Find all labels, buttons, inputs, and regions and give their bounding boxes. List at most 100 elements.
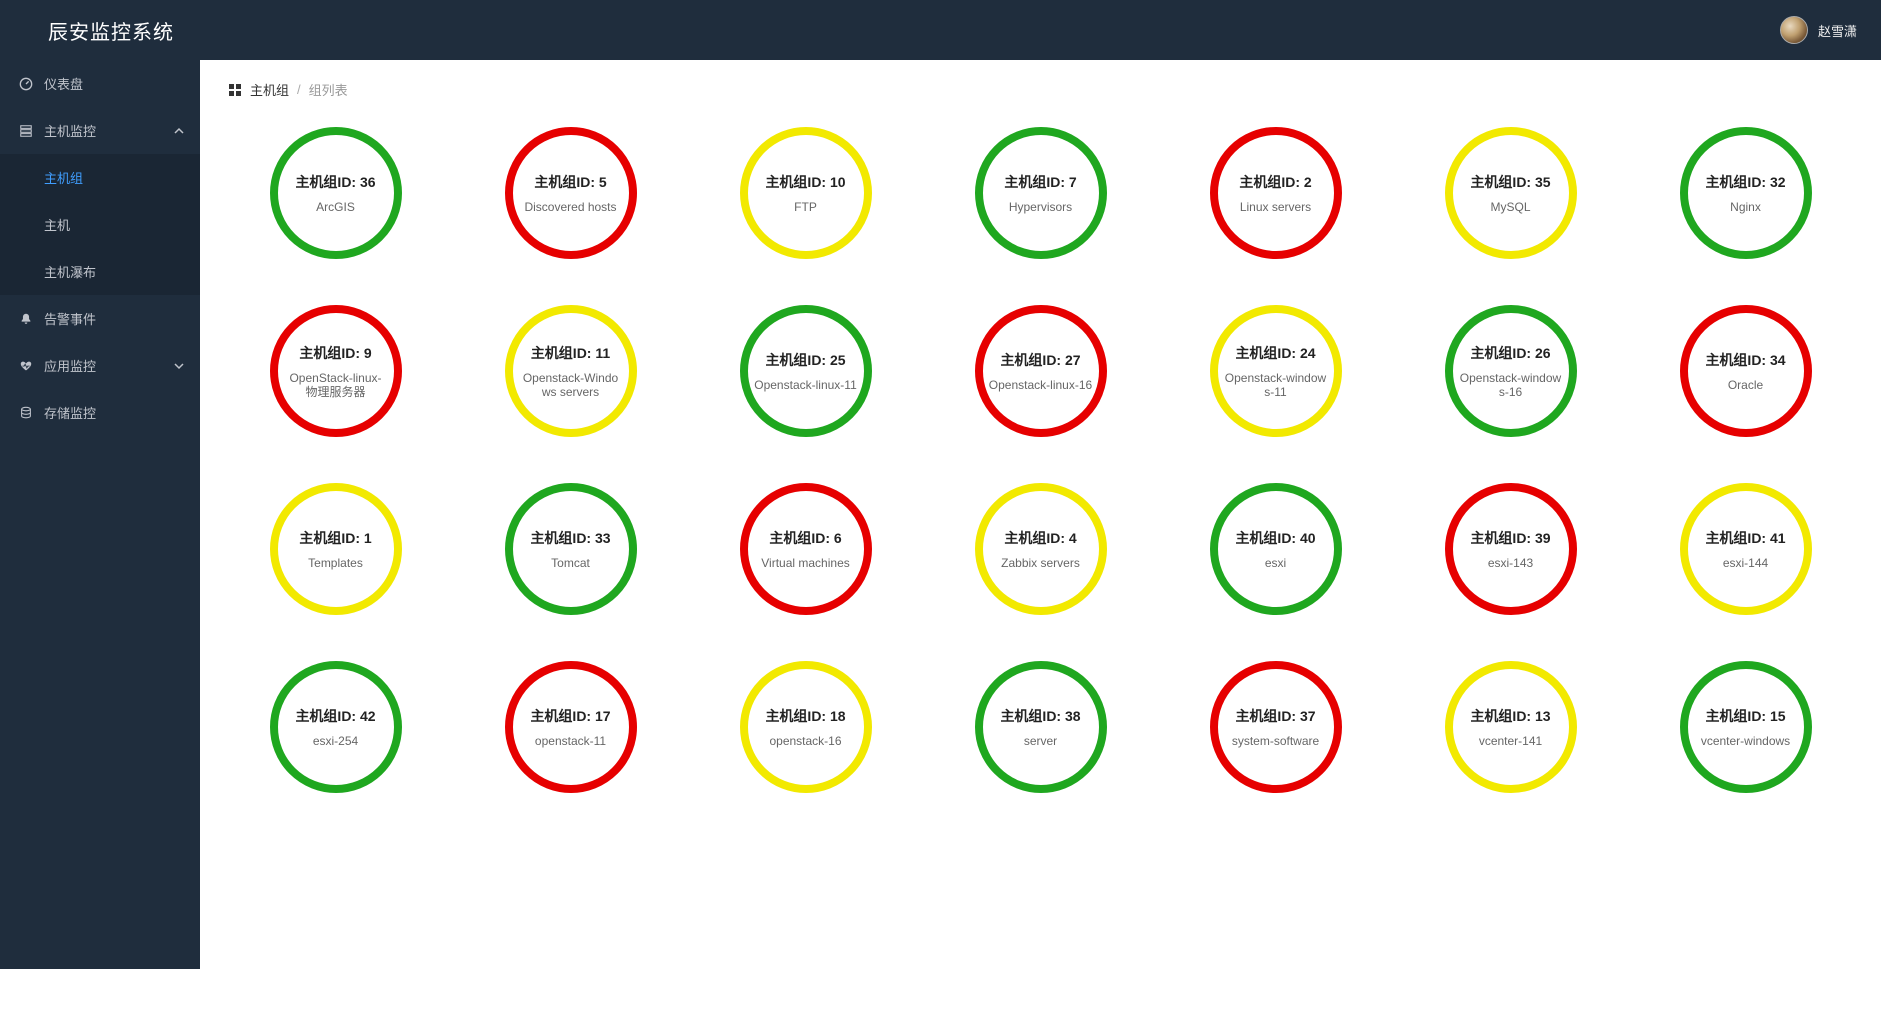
host-group-name-label: Openstack-linux-11 (754, 378, 857, 392)
host-group-card[interactable]: 主机组ID: 2 Linux servers (1210, 127, 1342, 259)
host-group-card[interactable]: 主机组ID: 7Hypervisors (975, 127, 1107, 259)
host-group-name-label: Openstack-Windows servers (519, 371, 623, 400)
sidebar-subitem-host-waterfall[interactable]: 主机瀑布 (0, 248, 200, 295)
host-group-name-label: OpenStack-linux-物理服务器 (284, 371, 388, 400)
host-group-name-label: esxi (1265, 556, 1286, 570)
host-group-card[interactable]: 主机组ID: 10FTP (740, 127, 872, 259)
host-group-id-label: 主机组ID: 13 (1470, 706, 1550, 726)
host-group-id-label: 主机组ID: 34 (1705, 350, 1785, 370)
bell-icon (18, 311, 34, 327)
user-menu[interactable]: 赵雪潇 (1780, 16, 1857, 44)
sidebar-item-label: 应用监控 (44, 356, 96, 375)
host-group-card[interactable]: 主机组ID: 4Zabbix servers (975, 483, 1107, 615)
server-icon (18, 123, 34, 139)
host-group-card[interactable]: 主机组ID: 35MySQL (1445, 127, 1577, 259)
host-group-card[interactable]: 主机组ID: 36ArcGIS (270, 127, 402, 259)
host-group-card[interactable]: 主机组ID: 37system-software (1210, 661, 1342, 793)
host-group-name-label: openstack-11 (535, 734, 606, 748)
host-group-card[interactable]: 主机组ID: 40 esxi (1210, 483, 1342, 615)
host-group-card[interactable]: 主机组ID: 9 OpenStack-linux-物理服务器 (270, 305, 402, 437)
avatar (1780, 16, 1808, 44)
host-group-id-label: 主机组ID: 39 (1470, 528, 1550, 548)
sidebar-item-label: 告警事件 (44, 309, 96, 328)
host-group-name-label: esxi-144 (1723, 556, 1768, 570)
host-group-card[interactable]: 主机组ID: 25Openstack-linux-11 (740, 305, 872, 437)
host-group-card[interactable]: 主机组ID: 32Nginx (1680, 127, 1812, 259)
host-group-card[interactable]: 主机组ID: 5Discovered hosts (505, 127, 637, 259)
host-group-card[interactable]: 主机组ID: 39 esxi-143 (1445, 483, 1577, 615)
host-group-name-label: Openstack-linux-16 (989, 378, 1092, 392)
sidebar-item-label: 存储监控 (44, 403, 96, 422)
dashboard-icon (18, 76, 34, 92)
sidebar: 仪表盘 主机监控 主机组 主机 (0, 60, 200, 969)
host-group-card[interactable]: 主机组ID: 26 Openstack-windows-16 (1445, 305, 1577, 437)
host-group-id-label: 主机组ID: 5 (534, 172, 606, 192)
host-group-card[interactable]: 主机组ID: 11 Openstack-Windows servers (505, 305, 637, 437)
host-group-id-label: 主机组ID: 6 (769, 528, 841, 548)
host-group-name-label: Nginx (1730, 200, 1761, 214)
host-group-name-label: Zabbix servers (1001, 556, 1080, 570)
host-group-id-label: 主机组ID: 27 (1000, 350, 1080, 370)
host-group-name-label: Oracle (1728, 378, 1763, 392)
host-group-card[interactable]: 主机组ID: 27 Openstack-linux-16 (975, 305, 1107, 437)
host-group-card[interactable]: 主机组ID: 41 esxi-144 (1680, 483, 1812, 615)
sidebar-item-dashboard[interactable]: 仪表盘 (0, 60, 200, 107)
sidebar-item-label: 仪表盘 (44, 74, 83, 93)
top-navbar: 辰安监控系统 赵雪潇 (0, 0, 1881, 60)
host-group-name-label: Virtual machines (761, 556, 850, 570)
host-group-name-label: Openstack-windows-16 (1459, 371, 1563, 400)
main-content: 主机组 / 组列表 主机组ID: 36ArcGIS 主机组ID: 5Discove… (200, 60, 1881, 969)
host-group-card[interactable]: 主机组ID: 24Openstack-windows-11 (1210, 305, 1342, 437)
host-group-id-label: 主机组ID: 35 (1470, 172, 1550, 192)
sidebar-item-app-monitor[interactable]: 应用监控 (0, 342, 200, 389)
host-group-id-label: 主机组ID: 41 (1705, 528, 1785, 548)
host-group-name-label: esxi-143 (1488, 556, 1533, 570)
host-group-name-label: Openstack-windows-11 (1224, 371, 1328, 400)
host-group-id-label: 主机组ID: 2 (1239, 172, 1311, 192)
host-group-card[interactable]: 主机组ID: 6 Virtual machines (740, 483, 872, 615)
host-group-name-label: Tomcat (551, 556, 590, 570)
breadcrumb-root[interactable]: 主机组 (250, 80, 289, 99)
database-icon (18, 405, 34, 421)
host-group-card[interactable]: 主机组ID: 17 openstack-11 (505, 661, 637, 793)
host-group-card[interactable]: 主机组ID: 1Templates (270, 483, 402, 615)
host-group-card[interactable]: 主机组ID: 18 openstack-16 (740, 661, 872, 793)
host-group-id-label: 主机组ID: 26 (1470, 343, 1550, 363)
sidebar-item-label: 主机监控 (44, 121, 96, 140)
breadcrumb-current: 组列表 (309, 80, 348, 99)
host-group-card[interactable]: 主机组ID: 42 esxi-254 (270, 661, 402, 793)
host-group-card[interactable]: 主机组ID: 13vcenter-141 (1445, 661, 1577, 793)
chevron-up-icon (174, 126, 184, 136)
host-group-id-label: 主机组ID: 17 (530, 706, 610, 726)
host-group-card[interactable]: 主机组ID: 33 Tomcat (505, 483, 637, 615)
host-group-id-label: 主机组ID: 36 (295, 172, 375, 192)
sidebar-subitem-host-group[interactable]: 主机组 (0, 154, 200, 201)
breadcrumb: 主机组 / 组列表 (228, 80, 1853, 99)
host-group-card[interactable]: 主机组ID: 38server (975, 661, 1107, 793)
host-group-id-label: 主机组ID: 38 (1000, 706, 1080, 726)
host-group-name-label: vcenter-windows (1701, 734, 1790, 748)
host-group-id-label: 主机组ID: 37 (1235, 706, 1315, 726)
sidebar-item-storage-monitor[interactable]: 存储监控 (0, 389, 200, 436)
host-group-id-label: 主机组ID: 7 (1004, 172, 1076, 192)
host-group-id-label: 主机组ID: 9 (299, 343, 371, 363)
host-group-id-label: 主机组ID: 42 (295, 706, 375, 726)
host-group-id-label: 主机组ID: 11 (531, 343, 610, 363)
host-group-id-label: 主机组ID: 33 (530, 528, 610, 548)
host-group-id-label: 主机组ID: 40 (1235, 528, 1315, 548)
host-group-grid: 主机组ID: 36ArcGIS主机组ID: 5Discovered hosts主… (228, 127, 1853, 793)
sidebar-item-host-monitor[interactable]: 主机监控 (0, 107, 200, 154)
host-group-name-label: Linux servers (1240, 200, 1311, 214)
grid-icon (228, 83, 242, 97)
host-group-id-label: 主机组ID: 15 (1705, 706, 1785, 726)
host-group-id-label: 主机组ID: 10 (765, 172, 845, 192)
host-group-name-label: esxi-254 (313, 734, 358, 748)
breadcrumb-separator: / (297, 82, 301, 97)
app-title: 辰安监控系统 (48, 16, 174, 45)
host-group-card[interactable]: 主机组ID: 34 Oracle (1680, 305, 1812, 437)
host-group-id-label: 主机组ID: 18 (765, 706, 845, 726)
host-group-card[interactable]: 主机组ID: 15 vcenter-windows (1680, 661, 1812, 793)
sidebar-item-alerts[interactable]: 告警事件 (0, 295, 200, 342)
sidebar-subitem-host[interactable]: 主机 (0, 201, 200, 248)
host-group-name-label: openstack-16 (769, 734, 841, 748)
